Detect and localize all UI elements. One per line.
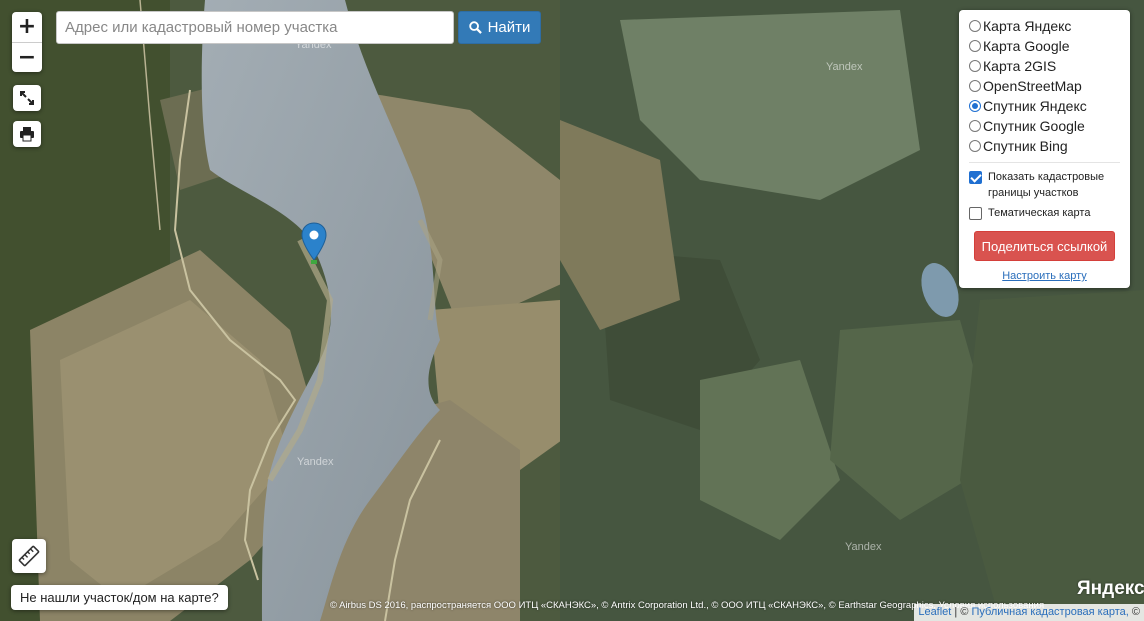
layer-label: Карта 2GIS — [983, 58, 1057, 74]
radio[interactable] — [969, 140, 981, 152]
cadastral-borders-option[interactable]: Показать кадастровые границы участков — [969, 169, 1120, 201]
layer-option-2gis-map[interactable]: Карта 2GIS — [969, 56, 1120, 76]
yandex-logo: Яндекс — [1077, 578, 1144, 599]
layer-label: Спутник Яндекс — [983, 98, 1087, 114]
configure-map-link[interactable]: Настроить карту — [969, 270, 1120, 282]
map-marker-icon[interactable] — [301, 222, 327, 264]
thematic-label: Тематическая карта — [988, 207, 1091, 219]
search-button[interactable]: Найти — [458, 11, 541, 44]
layer-option-osm[interactable]: OpenStreetMap — [969, 76, 1120, 96]
radio[interactable] — [969, 80, 981, 92]
radio[interactable] — [969, 120, 981, 132]
print-button[interactable] — [13, 121, 41, 147]
cadastral-checkbox[interactable] — [969, 171, 982, 184]
radio[interactable] — [969, 20, 981, 32]
layer-label: Карта Яндекс — [983, 18, 1072, 34]
leaflet-attribution: Leaflet | © Публичная кадастровая карта,… — [914, 604, 1144, 621]
search-input[interactable] — [56, 11, 454, 44]
attribution-separator: | © — [954, 606, 969, 618]
zoom-control: + − — [12, 12, 42, 72]
cadastral-map-link[interactable]: Публичная кадастровая карта, — [972, 606, 1129, 618]
attribution-suffix: © — [1131, 606, 1140, 618]
map-watermark: Yandex — [845, 541, 882, 553]
measure-button[interactable] — [12, 539, 46, 573]
thematic-map-option[interactable]: Тематическая карта — [969, 205, 1120, 221]
layer-panel: Карта Яндекс Карта Google Карта 2GIS Ope… — [959, 10, 1130, 288]
layer-label: Спутник Google — [983, 118, 1085, 134]
layer-label: Карта Google — [983, 38, 1070, 54]
radio[interactable] — [969, 40, 981, 52]
magnifier-icon — [468, 21, 482, 34]
leaflet-link[interactable]: Leaflet — [918, 606, 951, 618]
layer-option-google-map[interactable]: Карта Google — [969, 36, 1120, 56]
map-watermark: Yandex — [297, 456, 334, 468]
thematic-checkbox[interactable] — [969, 207, 982, 220]
divider — [969, 162, 1120, 163]
search-button-label: Найти — [487, 19, 531, 36]
ruler-icon — [18, 545, 40, 567]
share-link-button[interactable]: Поделиться ссылкой — [974, 231, 1115, 261]
layer-option-bing-satellite[interactable]: Спутник Bing — [969, 136, 1120, 156]
layer-label: OpenStreetMap — [983, 78, 1082, 94]
radio[interactable] — [969, 60, 981, 72]
not-found-button[interactable]: Не нашли участок/дом на карте? — [11, 585, 228, 610]
layer-option-google-satellite[interactable]: Спутник Google — [969, 116, 1120, 136]
zoom-in-button[interactable]: + — [12, 12, 42, 42]
printer-icon — [20, 127, 34, 142]
layer-label: Спутник Bing — [983, 138, 1068, 154]
map-watermark: Yandex — [826, 61, 863, 73]
fullscreen-icon — [20, 91, 34, 105]
radio-selected[interactable] — [969, 100, 981, 112]
zoom-out-button[interactable]: − — [12, 42, 42, 73]
cadastral-label: Показать кадастровые границы участков — [988, 171, 1105, 199]
fullscreen-button[interactable] — [13, 85, 41, 111]
layer-option-yandex-satellite[interactable]: Спутник Яндекс — [969, 96, 1120, 116]
layer-option-yandex-map[interactable]: Карта Яндекс — [969, 16, 1120, 36]
